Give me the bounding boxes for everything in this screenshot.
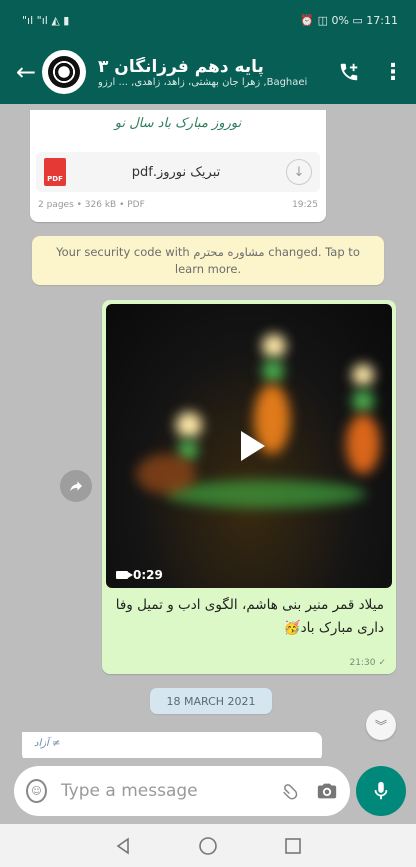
back-arrow-icon[interactable]: ← <box>16 58 38 86</box>
chat-area[interactable]: نوروز مبارک باد سال نو PDF تبریک نوروز.p… <box>0 104 416 758</box>
signal-indicators: "ıl "ıl ◭ ▮ <box>22 13 70 27</box>
microphone-icon <box>374 781 388 800</box>
message-sender: آزاد ≠ <box>34 738 61 749</box>
nav-home-icon[interactable] <box>197 835 219 857</box>
read-receipt-icon: ✓ <box>378 658 386 668</box>
camera-icon[interactable] <box>316 778 338 804</box>
play-icon[interactable] <box>241 431 265 461</box>
video-duration: 0:29 <box>116 568 163 582</box>
group-members: Baghaei, زهرا جان بهشتی، زاهد، زاهدی, ..… <box>98 76 308 88</box>
attach-icon[interactable] <box>274 774 308 808</box>
message-meta: 21:30 ✓ <box>350 658 386 668</box>
video-caption: میلاد قمر منیر بنی هاشم، الگوی ادب و تمی… <box>115 597 384 636</box>
document-meta: 2 pages • 326 kB • PDF 19:25 <box>36 200 320 210</box>
document-message[interactable]: نوروز مبارک باد سال نو PDF تبریک نوروز.p… <box>30 110 326 222</box>
incoming-message[interactable]: آزاد ≠ <box>22 732 322 758</box>
document-name: تبریک نوروز.pdf <box>131 164 221 180</box>
header-info[interactable]: پایه دهم فرزانگان ۳ Baghaei, زهرا جان به… <box>98 57 322 88</box>
document-file[interactable]: PDF تبریک نوروز.pdf ↓ <box>36 152 320 192</box>
pdf-icon: PDF <box>44 158 66 186</box>
message-time: 21:30 <box>349 658 376 668</box>
download-icon[interactable]: ↓ <box>286 159 312 185</box>
message-input[interactable] <box>60 781 280 801</box>
more-options-icon[interactable]: ⋮ <box>380 55 406 89</box>
chat-header: ← پایه دهم فرزانگان ۳ Baghaei, زهرا جان … <box>0 40 416 104</box>
document-preview: نوروز مبارک باد سال نو <box>114 116 242 131</box>
emoji-icon[interactable]: ☺ <box>26 779 47 803</box>
nav-back-icon[interactable] <box>112 835 134 857</box>
duration-text: 0:29 <box>133 568 163 582</box>
date-separator: 18 MARCH 2021 <box>150 688 272 714</box>
status-bar: "ıl "ıl ◭ ▮ ⏰ ◫ 0% ▭ 17:11 <box>0 0 416 40</box>
security-code-notice[interactable]: Your security code with مشاوره محترم cha… <box>32 236 384 286</box>
forward-button[interactable] <box>60 470 92 502</box>
scroll-down-icon[interactable]: ︾ <box>366 710 396 740</box>
group-title: پایه دهم فرزانگان ۳ <box>98 56 264 77</box>
mic-button[interactable] <box>356 766 406 816</box>
forward-icon <box>70 481 82 492</box>
document-info: 2 pages • 326 kB • PDF <box>38 200 145 210</box>
video-message[interactable]: 0:29 میلاد قمر منیر بنی هاشم، الگوی ادب … <box>102 300 396 674</box>
video-camera-icon <box>116 571 133 579</box>
group-avatar[interactable] <box>42 50 86 94</box>
video-thumbnail[interactable]: 0:29 <box>106 304 392 588</box>
system-nav-bar <box>0 824 416 867</box>
compose-bar: ☺ <box>0 758 416 824</box>
status-right: ⏰ ◫ 0% ▭ 17:11 <box>300 13 398 27</box>
voice-call-plus-icon[interactable] <box>332 55 366 89</box>
nav-recents-icon[interactable] <box>282 835 304 857</box>
message-input-box: ☺ <box>14 766 350 816</box>
message-time: 19:25 <box>292 200 318 210</box>
